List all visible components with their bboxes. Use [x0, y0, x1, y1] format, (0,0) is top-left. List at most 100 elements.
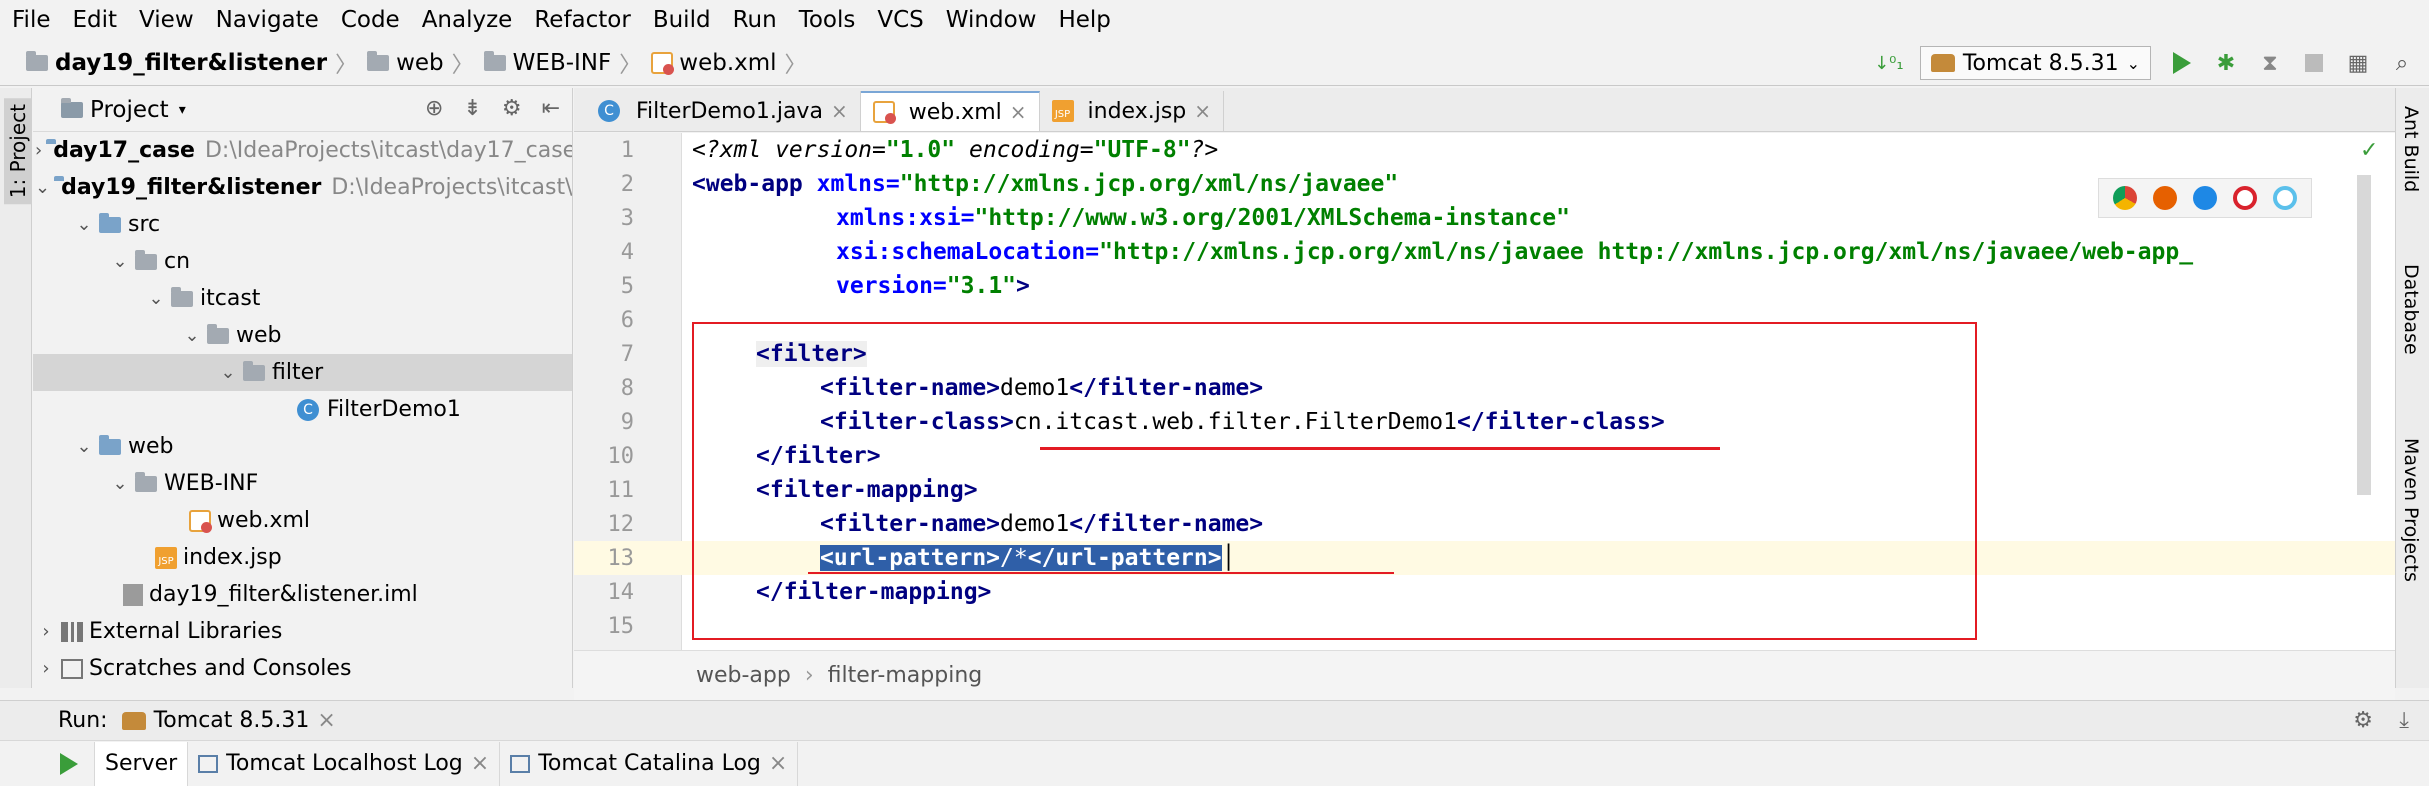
close-icon[interactable]: ×	[1194, 99, 1211, 123]
tree-item-external-libraries[interactable]: › External Libraries	[33, 613, 572, 650]
chevron-down-icon[interactable]: ▾	[179, 102, 186, 118]
menu-vcs[interactable]: VCS	[877, 7, 923, 33]
tree-item-web-xml[interactable]: web.xml	[33, 502, 572, 539]
close-icon[interactable]: ×	[1010, 100, 1027, 124]
tree-item-itcast[interactable]: ⌄ itcast	[33, 280, 572, 317]
stop-icon[interactable]	[2301, 50, 2327, 76]
safari-icon[interactable]	[2193, 186, 2217, 210]
scroll-from-source-icon[interactable]: ⊕	[425, 96, 443, 121]
chevron-down-icon[interactable]: ⌄	[35, 177, 50, 198]
tree-item-iml[interactable]: day19_filter&listener.iml	[33, 576, 572, 613]
tab-tomcat-localhost-log[interactable]: Tomcat Localhost Log ×	[188, 741, 501, 786]
debug-icon[interactable]: ✱	[2213, 50, 2239, 76]
chevron-right-icon[interactable]: ›	[35, 621, 57, 642]
editor-breadcrumb: web-app › filter-mapping	[574, 650, 2395, 700]
jsp-file-icon: JSP	[155, 546, 177, 569]
breadcrumb-web-inf[interactable]: WEB-INF 〉	[483, 47, 652, 79]
chrome-icon[interactable]	[2113, 186, 2137, 210]
tree-item-day17-case[interactable]: › day17_case D:\IdeaProjects\itcast\day1…	[33, 132, 572, 169]
xml-file-icon	[872, 101, 896, 124]
chevron-down-icon[interactable]: ⌄	[109, 251, 131, 272]
chevron-down-icon[interactable]: ⌄	[145, 288, 167, 309]
search-icon[interactable]: ⌕	[2389, 50, 2415, 76]
breadcrumb-web-app[interactable]: web-app	[696, 663, 791, 688]
collapse-all-icon[interactable]: ⇟	[463, 96, 481, 121]
tree-item-filter[interactable]: ⌄ filter	[33, 354, 572, 391]
menu-tools[interactable]: Tools	[799, 7, 856, 33]
run-tab-tomcat[interactable]: Tomcat 8.5.31 ×	[121, 708, 336, 733]
menu-help[interactable]: Help	[1058, 7, 1110, 33]
close-icon[interactable]: ×	[471, 751, 489, 776]
maven-projects-tool-button[interactable]: Maven Projects	[2400, 438, 2422, 582]
project-structure-icon[interactable]: ▦	[2345, 50, 2371, 76]
tree-item-web[interactable]: ⌄ web	[33, 428, 572, 465]
project-tree: › day17_case D:\IdeaProjects\itcast\day1…	[33, 132, 572, 687]
opera-icon[interactable]	[2233, 186, 2257, 210]
breadcrumb-web-xml[interactable]: web.xml 〉	[651, 47, 816, 79]
tree-item-web-inf[interactable]: ⌄ WEB-INF	[33, 465, 572, 502]
code-line: 1 <?xml version="1.0" encoding="UTF-8"?>	[620, 137, 1219, 163]
tree-item-web-package[interactable]: ⌄ web	[33, 317, 572, 354]
run-icon[interactable]	[2169, 50, 2195, 76]
chevron-down-icon[interactable]: ⌄	[181, 325, 203, 346]
minimize-icon[interactable]: ⤓	[2399, 708, 2409, 733]
tab-web-xml[interactable]: web.xml ×	[860, 91, 1040, 131]
menu-file[interactable]: File	[12, 7, 51, 33]
tab-index-jsp[interactable]: JSP index.jsp ×	[1040, 91, 1225, 131]
menu-view[interactable]: View	[139, 7, 194, 33]
log-icon	[510, 754, 531, 773]
project-view-select[interactable]: Project	[90, 97, 169, 123]
menu-navigate[interactable]: Navigate	[216, 7, 319, 33]
scratches-icon	[61, 658, 83, 679]
run-configuration-select[interactable]: Tomcat 8.5.31 ⌄	[1919, 46, 2151, 80]
project-tool-button[interactable]: 1: Project	[4, 98, 32, 205]
code-line: 5 version="3.1">	[620, 273, 1030, 299]
web-folder-icon	[99, 434, 121, 455]
ant-build-tool-button[interactable]: Ant Build	[2400, 106, 2422, 192]
menu-refactor[interactable]: Refactor	[534, 7, 630, 33]
chevron-down-icon[interactable]: ⌄	[73, 214, 95, 235]
run-bar: Run: Tomcat 8.5.31 × ⚙ ⤓	[0, 700, 2429, 740]
chevron-down-icon[interactable]: ⌄	[217, 362, 239, 383]
chevron-right-icon: 〉	[451, 52, 474, 78]
tree-item-src[interactable]: ⌄ src	[33, 206, 572, 243]
rerun-icon[interactable]	[0, 741, 95, 786]
breadcrumb-web[interactable]: web 〉	[367, 47, 484, 79]
close-icon[interactable]: ×	[831, 99, 848, 123]
tab-tomcat-catalina-log[interactable]: Tomcat Catalina Log ×	[500, 741, 799, 786]
tree-item-scratches[interactable]: › Scratches and Consoles	[33, 650, 572, 687]
coverage-icon[interactable]: ⧗	[2257, 50, 2283, 76]
menu-window[interactable]: Window	[946, 7, 1037, 33]
package-icon	[243, 360, 265, 381]
tree-item-cn[interactable]: ⌄ cn	[33, 243, 572, 280]
sort-icon[interactable]: ↓⁰₁	[1874, 50, 1904, 76]
project-panel-header: Project ▾ ⊕ ⇟ ⚙ ⇤	[33, 88, 572, 132]
database-tool-button[interactable]: Database	[2400, 264, 2422, 355]
breadcrumb-project[interactable]: day19_filter&listener 〉	[26, 47, 367, 79]
ie-icon[interactable]	[2273, 186, 2297, 210]
hide-panel-icon[interactable]: ⇤	[542, 96, 560, 121]
editor-scrollbar[interactable]	[2357, 175, 2371, 495]
folder-icon	[26, 50, 48, 71]
tab-server[interactable]: Server	[95, 741, 189, 786]
menu-build[interactable]: Build	[653, 7, 711, 33]
menu-analyze[interactable]: Analyze	[422, 7, 513, 33]
gear-icon[interactable]: ⚙	[2353, 708, 2373, 733]
chevron-down-icon[interactable]: ⌄	[109, 473, 131, 494]
menu-run[interactable]: Run	[733, 7, 777, 33]
tree-item-day19[interactable]: ⌄ day19_filter&listener D:\IdeaProjects\…	[33, 169, 572, 206]
menu-code[interactable]: Code	[341, 7, 400, 33]
chevron-down-icon[interactable]: ⌄	[73, 436, 95, 457]
gear-icon[interactable]: ⚙	[502, 96, 522, 121]
chevron-right-icon[interactable]: ›	[35, 658, 57, 679]
tab-filterdemo1-java[interactable]: C FilterDemo1.java ×	[586, 91, 861, 131]
tree-item-index-jsp[interactable]: JSP index.jsp	[33, 539, 572, 576]
close-icon[interactable]: ×	[317, 708, 335, 733]
breadcrumb-filter-mapping[interactable]: filter-mapping	[828, 663, 983, 688]
chevron-right-icon[interactable]: ›	[35, 140, 42, 161]
tree-item-filterdemo1[interactable]: C FilterDemo1	[33, 391, 572, 428]
menu-edit[interactable]: Edit	[73, 7, 118, 33]
firefox-icon[interactable]	[2153, 186, 2177, 210]
close-icon[interactable]: ×	[769, 751, 787, 776]
inspection-ok-icon[interactable]: ✓	[2360, 138, 2378, 163]
